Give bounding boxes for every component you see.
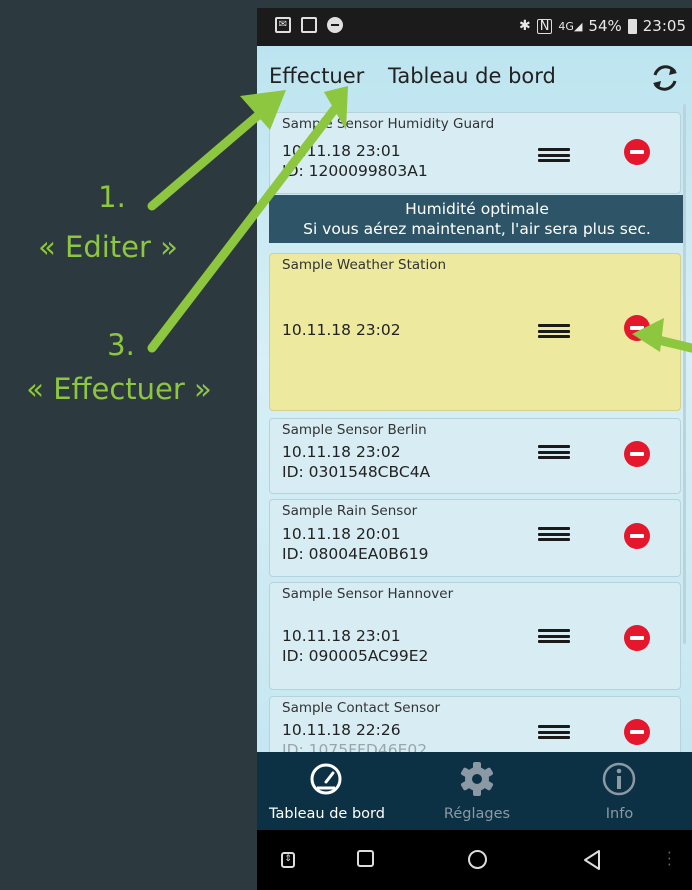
arrow-step3 [147,105,339,353]
arrow-step1 [147,107,267,211]
annotation-arrows [147,86,692,353]
